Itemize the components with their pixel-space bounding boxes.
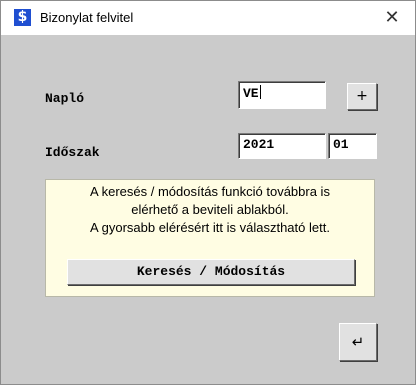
add-naplo-button[interactable]: + <box>347 83 377 110</box>
year-input[interactable]: 2021 <box>238 133 326 159</box>
month-input[interactable]: 01 <box>328 133 377 159</box>
info-panel: A keresés / módosítás funkció továbbra i… <box>45 179 375 297</box>
enter-button[interactable]: ↵ <box>339 323 377 361</box>
idoszak-label: Időszak <box>45 145 100 160</box>
info-line: A keresés / módosítás funkció továbbra i… <box>90 184 330 199</box>
naplo-label: Napló <box>45 91 85 106</box>
close-icon: ✕ <box>384 7 400 28</box>
info-line: elérhető a beviteli ablakból. <box>131 202 289 217</box>
title-bar[interactable]: $ Bizonylat felvitel ✕ <box>1 1 415 35</box>
enter-icon: ↵ <box>351 333 365 351</box>
close-button[interactable]: ✕ <box>369 1 415 35</box>
dialog-window: $ Bizonylat felvitel ✕ Napló VE + Idősza… <box>0 0 416 385</box>
dialog-body: Napló VE + Időszak 2021 01 A keresés / m… <box>1 35 415 384</box>
naplo-value: VE <box>243 86 259 101</box>
text-caret <box>259 85 261 99</box>
search-modify-button[interactable]: Keresés / Módosítás <box>67 259 355 285</box>
window-title: Bizonylat felvitel <box>40 10 134 25</box>
naplo-input[interactable]: VE <box>238 81 326 109</box>
info-line: A gyorsabb elérésért itt is választható … <box>90 220 330 235</box>
dollar-icon: $ <box>14 9 31 26</box>
